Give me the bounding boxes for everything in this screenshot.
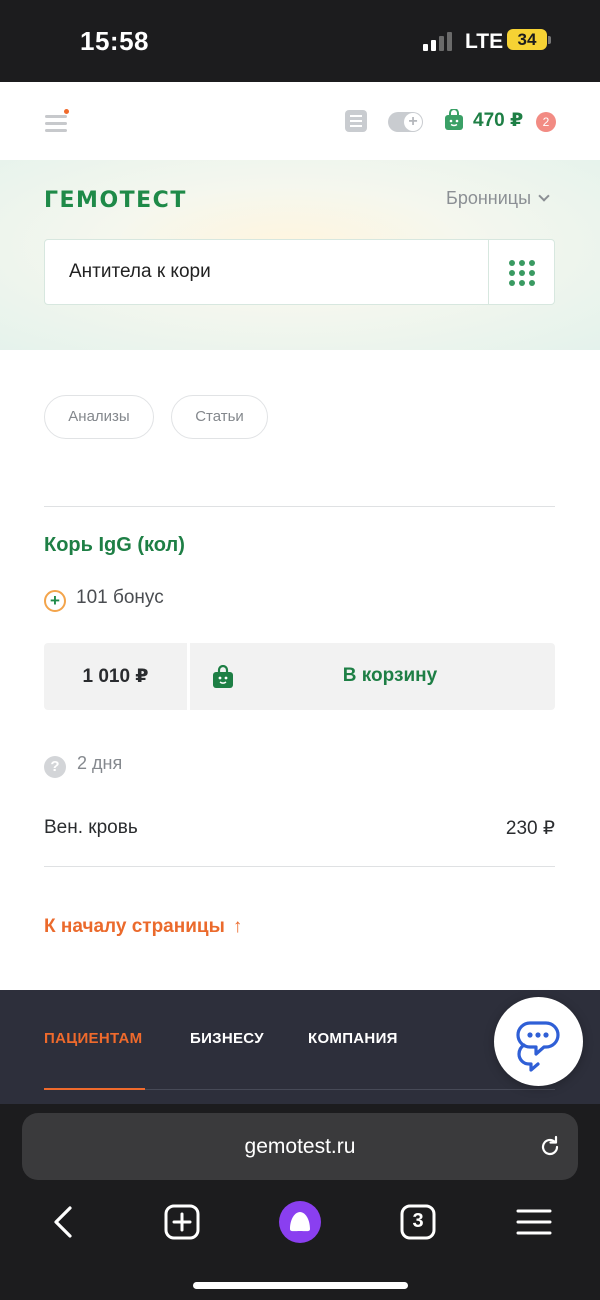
site-topbar: + 470 ₽ 2 xyxy=(0,82,600,160)
chevron-down-icon xyxy=(538,190,550,202)
url-text: gemotest.ru xyxy=(244,1135,356,1158)
plus-icon: + xyxy=(404,113,422,131)
biomaterial-price: 230 ₽ xyxy=(505,818,555,839)
question-icon[interactable]: ? xyxy=(44,756,66,778)
battery-icon: 34 xyxy=(507,29,547,50)
menu-icon[interactable] xyxy=(512,1200,556,1244)
catalog-grid-icon[interactable] xyxy=(509,260,535,286)
network-type: LTE xyxy=(465,30,504,53)
buy-row: 1 010 ₽ В корзину xyxy=(44,643,555,710)
active-tab-indicator xyxy=(44,1088,145,1090)
cart-bag-icon[interactable] xyxy=(444,109,464,131)
back-to-top-label: К началу страницы xyxy=(44,916,225,937)
web-page: + 470 ₽ 2 ГЕМОТЕСТ Бронницы Анализы Стат… xyxy=(0,82,600,990)
footer-tab-patients[interactable]: ПАЦИЕНТАМ xyxy=(44,1030,142,1047)
tabs-switcher[interactable]: 3 xyxy=(396,1200,440,1244)
cart-total[interactable]: 470 ₽ xyxy=(473,109,523,132)
term-text: 2 дня xyxy=(77,753,123,773)
arrow-up-icon: ↑ xyxy=(232,916,243,937)
bonus-row: +101 бонус xyxy=(44,587,164,612)
battery-tip xyxy=(548,36,551,44)
city-selector[interactable]: Бронницы xyxy=(446,188,550,209)
compare-toggle[interactable]: + xyxy=(388,112,423,132)
term-row: ? 2 дня xyxy=(44,753,122,778)
menu-icon[interactable] xyxy=(45,109,69,132)
bonus-text: 101 бонус xyxy=(76,587,164,608)
reload-icon[interactable] xyxy=(538,1135,562,1159)
address-bar[interactable]: gemotest.ru xyxy=(22,1113,578,1180)
search-box xyxy=(44,239,555,305)
divider xyxy=(44,506,555,507)
signal-icon xyxy=(423,31,455,51)
cart-count-badge: 2 xyxy=(536,112,556,132)
gemotest-logo[interactable]: ГЕМОТЕСТ xyxy=(44,188,187,213)
search-separator xyxy=(488,240,489,304)
clock: 15:58 xyxy=(80,26,149,56)
footer-tab-business[interactable]: БИЗНЕСУ xyxy=(190,1030,264,1047)
home-indicator xyxy=(193,1282,408,1289)
tabs-baseline xyxy=(145,1089,555,1090)
bonus-plus-icon: + xyxy=(44,590,66,612)
city-label: Бронницы xyxy=(446,188,532,208)
tabs-count: 3 xyxy=(412,1210,424,1232)
divider xyxy=(44,866,555,867)
add-to-cart-label: В корзину xyxy=(342,665,438,686)
chip-analyses[interactable]: Анализы xyxy=(44,395,154,439)
new-tab-icon[interactable] xyxy=(160,1200,204,1244)
price: 1 010 ₽ xyxy=(44,643,187,710)
footer-tab-company[interactable]: КОМПАНИЯ xyxy=(308,1030,398,1047)
hero-search-area: ГЕМОТЕСТ Бронницы xyxy=(0,160,600,350)
alice-assistant-icon[interactable] xyxy=(278,1200,322,1244)
result-title[interactable]: Корь IgG (кол) xyxy=(44,534,185,557)
add-to-cart-button[interactable]: В корзину xyxy=(190,643,555,710)
status-bar: 15:58 LTE 34 xyxy=(0,0,600,82)
browser-chrome: gemotest.ru 3 xyxy=(0,1104,600,1300)
biomaterial-label: Вен. кровь xyxy=(44,817,138,838)
chat-button[interactable] xyxy=(494,997,583,1086)
notification-dot xyxy=(64,109,69,114)
chat-icon xyxy=(516,1021,560,1072)
list-icon[interactable] xyxy=(345,110,367,132)
back-to-top-link[interactable]: К началу страницы ↑ xyxy=(44,916,242,938)
search-input[interactable] xyxy=(45,240,488,304)
chip-articles[interactable]: Статьи xyxy=(171,395,268,439)
back-icon[interactable] xyxy=(42,1200,86,1244)
